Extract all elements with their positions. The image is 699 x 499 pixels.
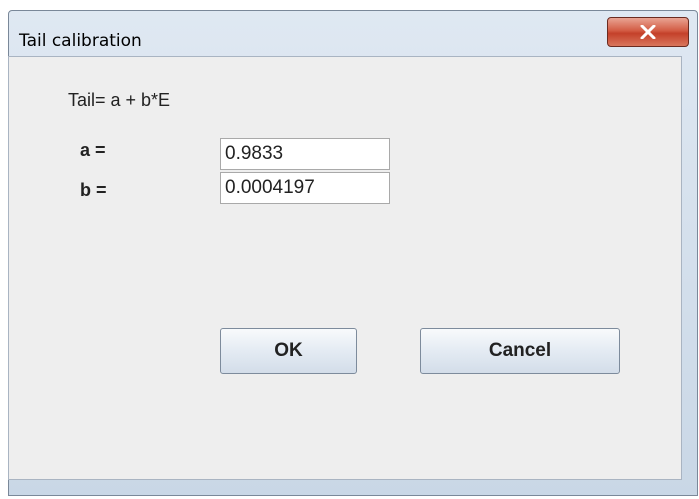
a-label: a = xyxy=(80,140,106,160)
dialog-content xyxy=(8,56,682,480)
cancel-button[interactable]: Cancel xyxy=(420,328,620,374)
ok-button[interactable]: OK xyxy=(220,328,357,374)
a-input[interactable] xyxy=(220,138,390,170)
window-title: Tail calibration xyxy=(19,31,142,51)
b-input[interactable] xyxy=(220,172,390,204)
formula-label: Tail= a + b*E xyxy=(68,90,171,110)
close-icon xyxy=(640,25,656,39)
close-button[interactable] xyxy=(607,17,689,47)
b-label: b = xyxy=(80,180,107,200)
